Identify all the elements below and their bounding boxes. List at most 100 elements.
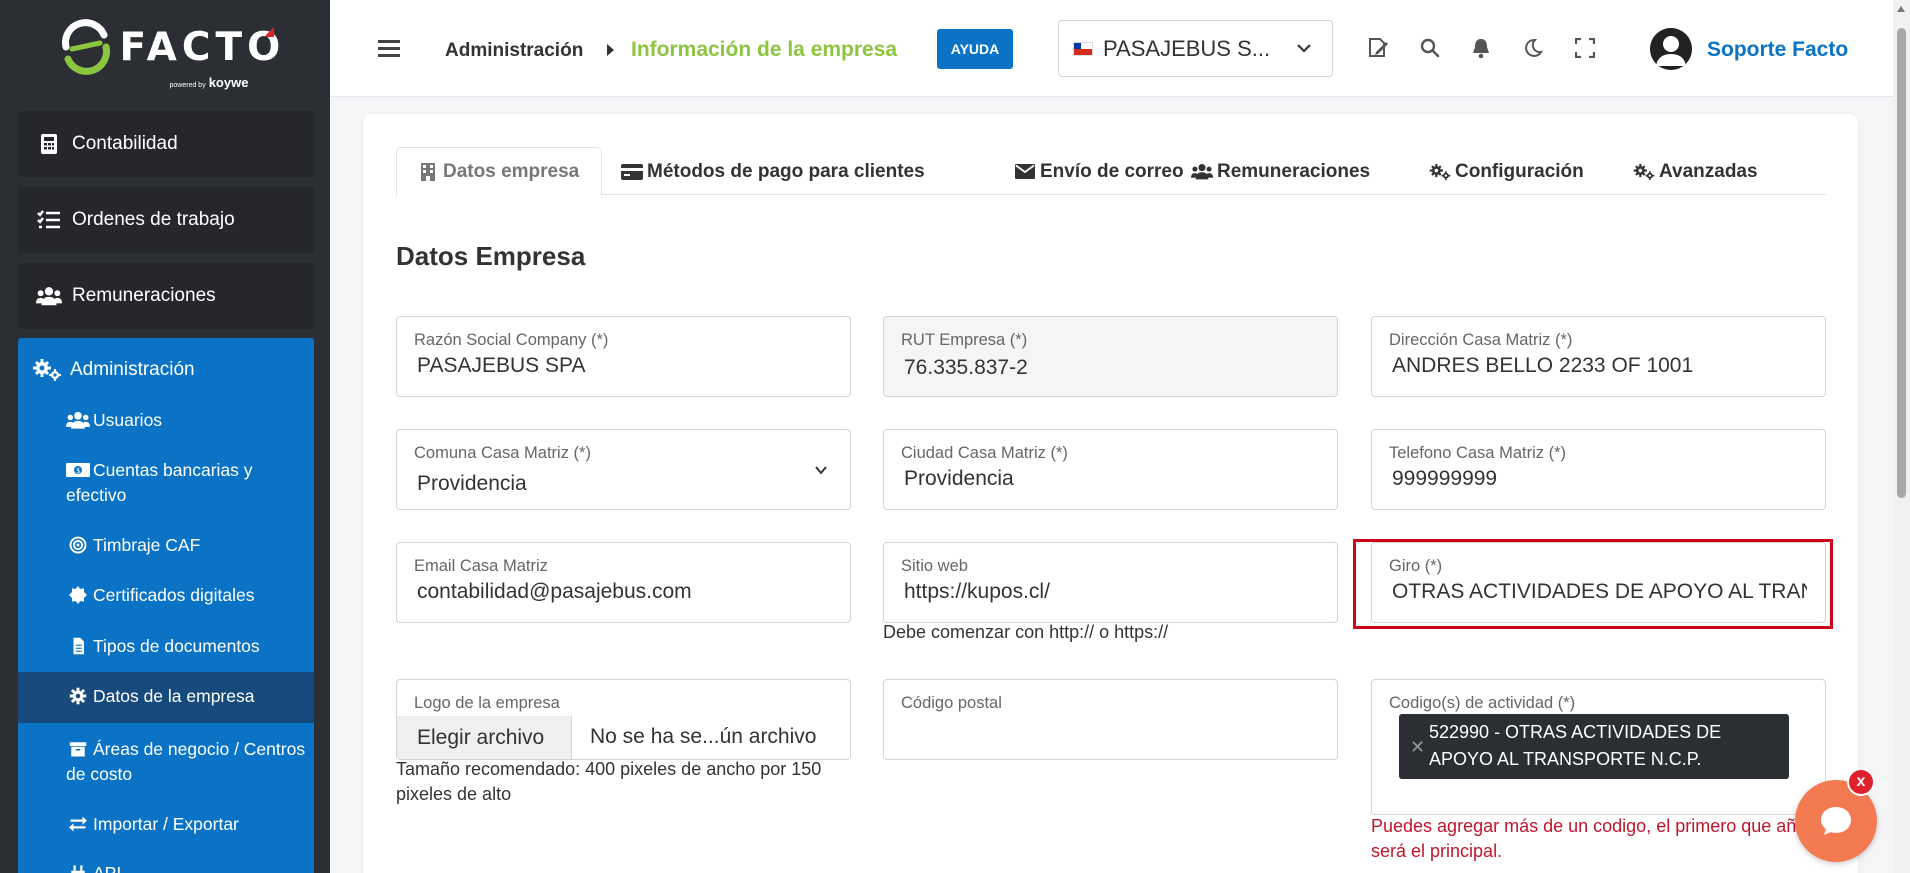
codigo-postal-input[interactable] — [904, 717, 1319, 741]
codigo-postal-field[interactable]: Código postal — [883, 679, 1338, 760]
sidebar-subitem-label: Cuentas bancarias y efectivo — [66, 460, 253, 505]
edit-document-icon[interactable] — [1366, 36, 1390, 60]
users-icon — [36, 285, 62, 307]
avatar[interactable] — [1650, 28, 1692, 70]
field-label: Codigo(s) de actividad (*) — [1389, 694, 1576, 712]
breadcrumb-parent[interactable]: Administración — [445, 40, 583, 62]
actividad-tag: ✕ 522990 - OTRAS ACTIVIDADES DE APOYO AL… — [1399, 714, 1789, 779]
sidebar-item-label: Ordenes de trabajo — [72, 209, 235, 230]
field-label: Razón Social Company (*) — [414, 331, 609, 349]
tab-label: Remuneraciones — [1217, 160, 1371, 182]
chile-flag-icon — [1073, 41, 1093, 56]
tab-label: Configuración — [1455, 160, 1584, 182]
ciudad-field[interactable]: Ciudad Casa Matriz (*) — [883, 429, 1338, 510]
tab-datos-empresa[interactable]: Datos empresa — [396, 147, 603, 196]
tab-envio-correo[interactable]: Envío de correo — [1014, 147, 1184, 196]
comuna-select[interactable]: Comuna Casa Matriz (*) Providencia — [396, 429, 851, 510]
direccion-field[interactable]: Dirección Casa Matriz (*) — [1371, 316, 1826, 397]
sidebar-subitem-api[interactable]: API — [18, 861, 314, 873]
sidebar-subitem-importar[interactable]: Importar / Exportar — [18, 812, 314, 837]
vertical-scrollbar[interactable] — [1893, 0, 1910, 873]
brand-accent-icon — [263, 26, 274, 37]
field-label: Logo de la empresa — [414, 694, 560, 712]
tab-label: Envío de correo — [1040, 160, 1184, 182]
sidebar-subitem-label: Datos de la empresa — [93, 686, 255, 706]
tab-remuneraciones[interactable]: Remuneraciones — [1191, 147, 1370, 196]
email-field[interactable]: Email Casa Matriz — [396, 542, 851, 623]
razon-social-input[interactable] — [417, 354, 832, 378]
sitio-web-input[interactable] — [904, 580, 1319, 604]
rut-field: RUT Empresa (*) 76.335.837-2 — [883, 316, 1338, 397]
telefono-field[interactable]: Telefono Casa Matriz (*) — [1371, 429, 1826, 510]
sidebar-subitem-areas-negocio[interactable]: Áreas de negocio / Centros de costo — [18, 737, 314, 787]
email-input[interactable] — [417, 580, 832, 604]
users-icon — [66, 411, 90, 429]
sidebar-subitem-cuentas[interactable]: $ Cuentas bancarias y efectivo — [18, 458, 314, 508]
money-icon: $ — [66, 463, 90, 477]
sidebar-subitem-label: Áreas de negocio / Centros de costo — [66, 739, 306, 784]
tab-metodos-pago[interactable]: Métodos de pago para clientes — [621, 147, 925, 196]
field-label: Ciudad Casa Matriz (*) — [901, 444, 1068, 462]
remove-tag-icon[interactable]: ✕ — [1410, 734, 1425, 761]
tasks-icon — [36, 209, 62, 231]
field-label: Comuna Casa Matriz (*) — [414, 444, 591, 462]
section-title: Datos Empresa — [396, 241, 586, 271]
fullscreen-icon[interactable] — [1573, 36, 1597, 60]
sidebar-subitem-label: API — [93, 863, 122, 873]
giro-highlight-box — [1353, 539, 1833, 629]
scrollbar-thumb[interactable] — [1897, 28, 1906, 498]
dark-mode-icon[interactable] — [1521, 36, 1545, 60]
target-icon — [69, 536, 87, 554]
brand-logo[interactable]: FACTO powered by koywe — [0, 0, 330, 100]
credit-card-icon — [621, 163, 643, 181]
envelope-icon — [1014, 163, 1036, 181]
sidebar-item-remuneraciones[interactable]: Remuneraciones — [18, 263, 314, 329]
exchange-icon — [69, 816, 87, 832]
bell-icon[interactable] — [1469, 36, 1493, 60]
field-label: Dirección Casa Matriz (*) — [1389, 331, 1573, 349]
help-button[interactable]: AYUDA — [937, 29, 1013, 69]
direccion-input[interactable] — [1392, 354, 1807, 378]
chevron-down-icon — [1297, 44, 1311, 53]
user-menu[interactable]: Soporte Facto — [1707, 38, 1848, 62]
sidebar-item-label: Remuneraciones — [72, 285, 216, 306]
sidebar: FACTO powered by koywe Contabilidad Orden… — [0, 0, 330, 873]
sidebar-item-label: Contabilidad — [72, 133, 178, 154]
cogs-icon — [32, 358, 62, 382]
sidebar-admin-group: Administración Usuarios $ Cuentas bancari… — [18, 338, 314, 873]
sidebar-item-administracion[interactable]: Administración — [18, 338, 314, 402]
sidebar-subitem-certificados[interactable]: Certificados digitales — [18, 583, 314, 608]
main-card: Datos empresa Métodos de pago para clien… — [363, 114, 1858, 873]
search-icon[interactable] — [1418, 36, 1442, 60]
archive-icon — [69, 742, 87, 757]
sidebar-subitem-usuarios[interactable]: Usuarios — [18, 408, 314, 433]
tab-avanzadas[interactable]: Avanzadas — [1633, 147, 1758, 196]
sidebar-item-ordenes[interactable]: Ordenes de trabajo — [18, 187, 314, 253]
actividad-multiselect[interactable]: Codigo(s) de actividad (*) ✕ 522990 - OT… — [1371, 679, 1826, 815]
chat-close-button[interactable]: x — [1847, 768, 1875, 796]
razon-social-field[interactable]: Razón Social Company (*) — [396, 316, 851, 397]
field-label: Sitio web — [901, 557, 968, 575]
sidebar-subitem-datos-empresa[interactable]: Datos de la empresa — [18, 672, 314, 723]
sidebar-item-contabilidad[interactable]: Contabilidad — [18, 111, 314, 177]
logo-hint: Tamaño recomendado: 400 pixeles de ancho… — [396, 759, 822, 804]
telefono-input[interactable] — [1392, 467, 1807, 491]
sitio-web-field[interactable]: Sitio web — [883, 542, 1338, 623]
brand-partner: powered by koywe — [169, 74, 249, 90]
tab-configuracion[interactable]: Configuración — [1429, 147, 1584, 196]
field-label: Email Casa Matriz — [414, 557, 548, 575]
page-title: Información de la empresa — [631, 38, 898, 61]
tab-bar: Datos empresa Métodos de pago para clien… — [396, 147, 1826, 196]
company-selector[interactable]: PASAJEBUS S... — [1058, 20, 1333, 77]
ciudad-input[interactable] — [904, 467, 1319, 491]
sidebar-subitem-label: Timbraje CAF — [93, 535, 201, 555]
menu-toggle-icon[interactable] — [378, 40, 400, 58]
choose-file-button[interactable]: Elegir archivo — [397, 716, 572, 759]
sidebar-subitem-tipos-documentos[interactable]: Tipos de documentos — [18, 634, 314, 659]
sidebar-subitem-label: Usuarios — [93, 410, 163, 430]
chevron-down-icon — [815, 466, 827, 475]
facto-swirl-icon — [61, 18, 110, 75]
sidebar-subitem-label: Tipos de documentos — [93, 636, 260, 656]
sidebar-subitem-timbraje[interactable]: Timbraje CAF — [18, 533, 314, 558]
scroll-up-icon[interactable] — [1897, 6, 1905, 12]
